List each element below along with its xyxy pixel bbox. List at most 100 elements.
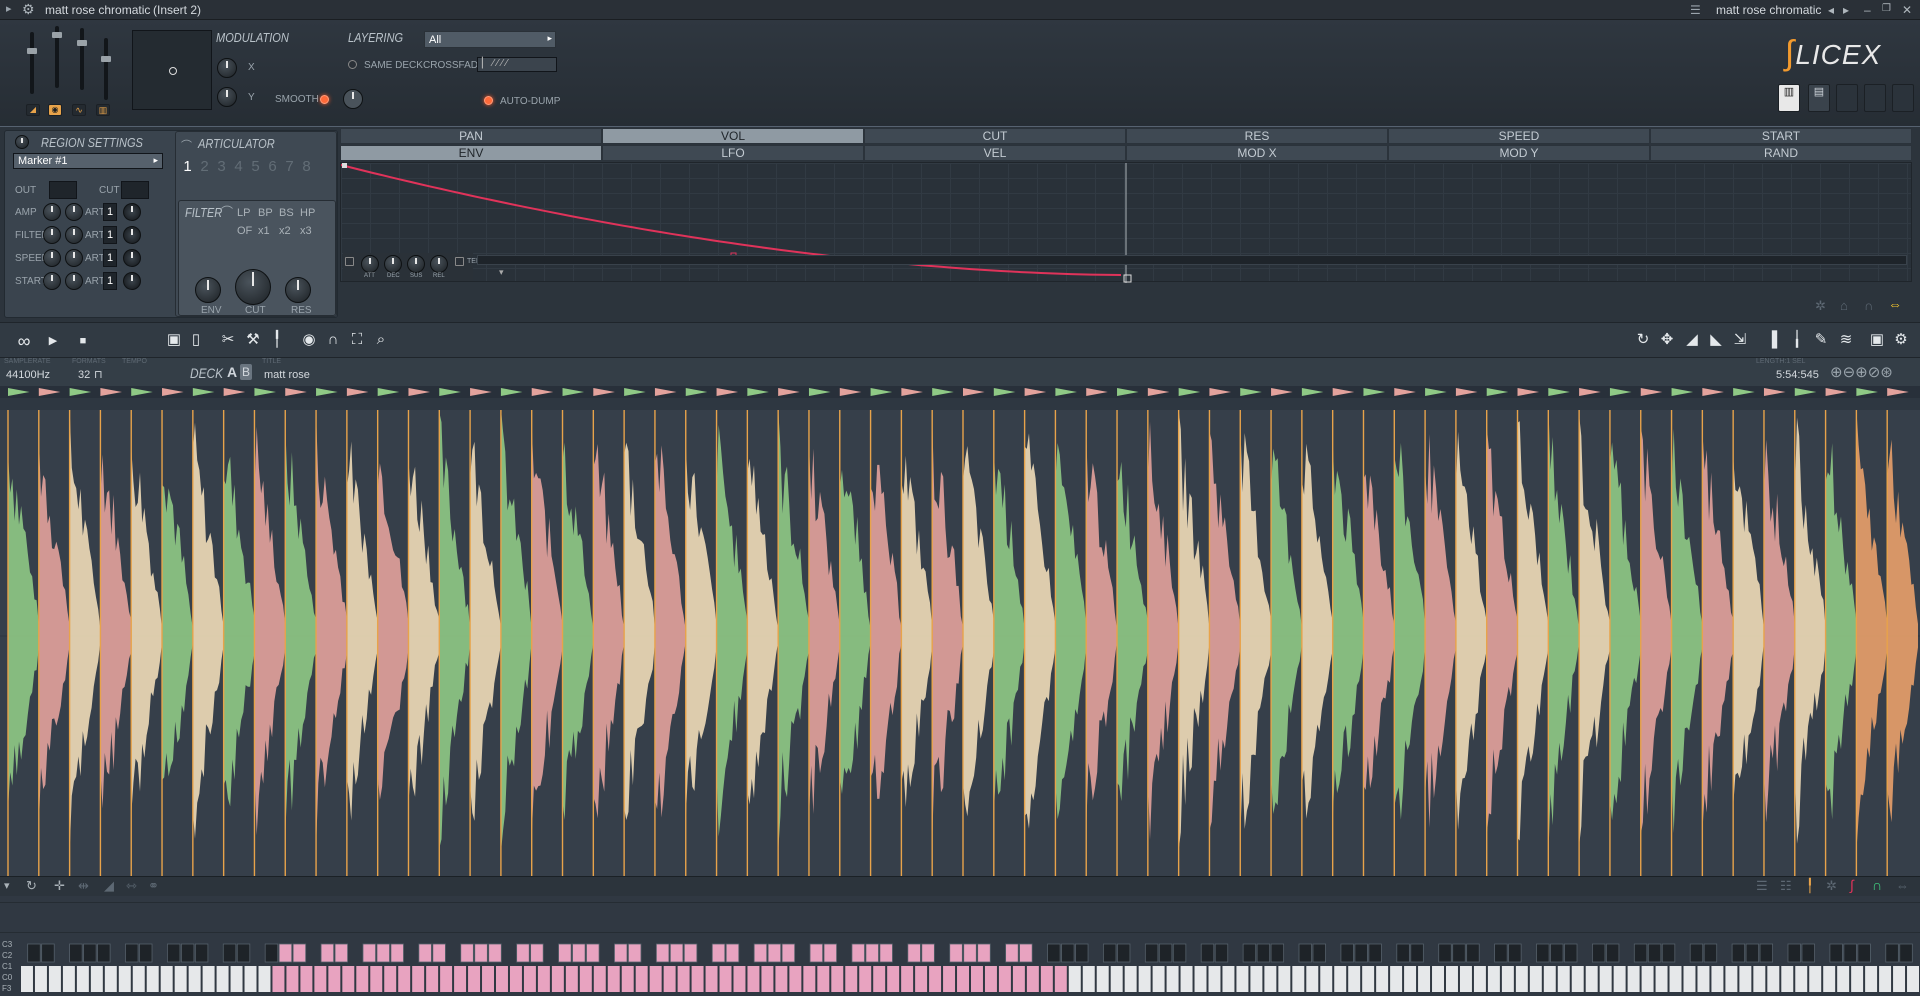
slice-marker-handle[interactable] bbox=[1579, 388, 1601, 396]
slice-waveform[interactable] bbox=[162, 484, 193, 780]
white-key[interactable] bbox=[789, 966, 802, 992]
out-slot[interactable] bbox=[49, 181, 77, 199]
tab-cut[interactable]: CUT bbox=[864, 128, 1126, 144]
slice-marker-handle[interactable] bbox=[192, 388, 215, 396]
slice-waveform[interactable] bbox=[100, 454, 132, 809]
white-key[interactable] bbox=[1138, 966, 1151, 992]
black-key[interactable] bbox=[558, 943, 572, 963]
env-sus-knob[interactable] bbox=[407, 255, 425, 273]
white-key[interactable] bbox=[859, 966, 872, 992]
black-key[interactable] bbox=[236, 943, 251, 963]
view-eye-icon[interactable]: ◉ bbox=[298, 329, 320, 351]
envelope-end-point[interactable] bbox=[1123, 274, 1132, 283]
black-key[interactable] bbox=[669, 943, 684, 963]
white-key[interactable] bbox=[1334, 966, 1347, 992]
slice-waveform[interactable] bbox=[1332, 442, 1364, 820]
new-file-icon[interactable]: ▯ bbox=[185, 329, 207, 351]
slice-waveform[interactable] bbox=[1086, 431, 1117, 831]
white-key[interactable] bbox=[1236, 966, 1249, 992]
slice-marker-handle[interactable] bbox=[1887, 388, 1909, 396]
white-key[interactable] bbox=[1613, 966, 1626, 992]
black-key[interactable] bbox=[1005, 943, 1019, 963]
slice-marker-handle[interactable] bbox=[408, 388, 431, 396]
articulator-7-button[interactable]: 7 bbox=[282, 158, 297, 176]
grid-icon[interactable]: ▥ bbox=[96, 104, 110, 116]
region-row-knob-a[interactable] bbox=[43, 203, 61, 221]
black-key[interactable] bbox=[1075, 943, 1089, 963]
black-key[interactable] bbox=[949, 943, 963, 963]
tab-res[interactable]: RES bbox=[1126, 128, 1388, 144]
zoom-icon[interactable]: ⌕ bbox=[370, 329, 392, 351]
black-key[interactable] bbox=[865, 943, 879, 963]
slice-waveform[interactable] bbox=[993, 447, 1025, 816]
slice-waveform[interactable] bbox=[192, 422, 224, 839]
slice-waveform[interactable] bbox=[778, 408, 809, 853]
region-row-knob-a[interactable] bbox=[43, 226, 61, 244]
slice-marker-handle[interactable] bbox=[223, 388, 246, 396]
crossfade-shape-selector[interactable]: ▏ ⁄ ⁄ ⁄ ⁄ bbox=[477, 57, 557, 72]
main-volume-fader[interactable] bbox=[27, 32, 37, 94]
white-key[interactable] bbox=[621, 966, 634, 992]
filter-mode-x2[interactable]: x2 bbox=[279, 225, 291, 237]
slice-waveform[interactable] bbox=[1363, 474, 1395, 790]
slice-waveform[interactable] bbox=[1887, 439, 1918, 823]
slice-marker-handle[interactable] bbox=[1548, 388, 1570, 396]
black-key[interactable] bbox=[1466, 943, 1480, 963]
slice-marker-handle[interactable] bbox=[808, 388, 831, 396]
region-row-knob-c[interactable] bbox=[123, 249, 141, 267]
white-key[interactable] bbox=[971, 966, 983, 992]
slice-marker-handle[interactable] bbox=[593, 388, 615, 396]
white-key[interactable] bbox=[1711, 966, 1724, 992]
envelope-editor[interactable]: ATTDECSUSREL TEMPO ▾ bbox=[340, 162, 1912, 283]
articulator-6-button[interactable]: 6 bbox=[265, 158, 280, 176]
white-key[interactable] bbox=[915, 966, 928, 992]
white-key[interactable] bbox=[1110, 966, 1123, 992]
white-key[interactable] bbox=[370, 966, 383, 992]
black-key[interactable] bbox=[963, 943, 977, 963]
slice-marker-handle[interactable] bbox=[1301, 388, 1324, 396]
white-key[interactable] bbox=[1446, 966, 1458, 992]
crosshair-icon[interactable]: ✛ bbox=[54, 878, 65, 894]
black-key[interactable] bbox=[809, 943, 824, 963]
fade-out-icon[interactable]: ◣ bbox=[1705, 329, 1727, 351]
black-key[interactable] bbox=[1144, 943, 1159, 963]
slice-waveform[interactable] bbox=[1147, 421, 1179, 840]
white-key[interactable] bbox=[1683, 966, 1696, 992]
slice-marker-handle[interactable] bbox=[1517, 388, 1540, 396]
region-row-knob-c[interactable] bbox=[123, 272, 141, 290]
slice-waveform[interactable] bbox=[1240, 422, 1272, 839]
black-key[interactable] bbox=[1368, 943, 1382, 963]
magnet-icon[interactable]: ∩ bbox=[1864, 298, 1873, 313]
white-key[interactable] bbox=[132, 966, 145, 992]
white-key[interactable] bbox=[398, 966, 411, 992]
black-key[interactable] bbox=[1256, 943, 1271, 963]
region-row-knob-a[interactable] bbox=[43, 272, 61, 290]
slice-waveform[interactable] bbox=[223, 456, 255, 807]
tab-mod-y[interactable]: MOD Y bbox=[1388, 145, 1650, 161]
white-key[interactable] bbox=[1641, 966, 1654, 992]
black-key[interactable] bbox=[1745, 943, 1760, 963]
black-key[interactable] bbox=[851, 943, 865, 963]
black-key[interactable] bbox=[320, 943, 335, 963]
slice-marker-handle[interactable] bbox=[131, 388, 153, 396]
white-key[interactable] bbox=[230, 966, 243, 992]
slice-waveform[interactable] bbox=[1825, 443, 1857, 820]
white-key[interactable] bbox=[1851, 966, 1864, 992]
white-key[interactable] bbox=[328, 966, 341, 992]
ramp-icon[interactable]: ◢ bbox=[104, 878, 114, 894]
filter-type-hp[interactable]: HP bbox=[300, 207, 315, 219]
black-key[interactable] bbox=[628, 943, 642, 963]
filter-type-lp[interactable]: LP bbox=[237, 207, 250, 219]
white-key[interactable] bbox=[957, 966, 969, 992]
white-key[interactable] bbox=[747, 966, 760, 992]
close-icon[interactable]: ✕ bbox=[1902, 3, 1912, 17]
black-key[interactable] bbox=[572, 943, 586, 963]
white-key[interactable] bbox=[1068, 966, 1081, 992]
black-key[interactable] bbox=[1885, 943, 1899, 963]
slice-marker-handle[interactable] bbox=[1024, 388, 1047, 396]
black-key[interactable] bbox=[390, 943, 404, 963]
tab-env[interactable]: ENV bbox=[340, 145, 602, 161]
white-key[interactable] bbox=[943, 966, 956, 992]
view-mode-5-button[interactable] bbox=[1892, 84, 1914, 112]
slice-waveform[interactable] bbox=[1609, 442, 1641, 821]
